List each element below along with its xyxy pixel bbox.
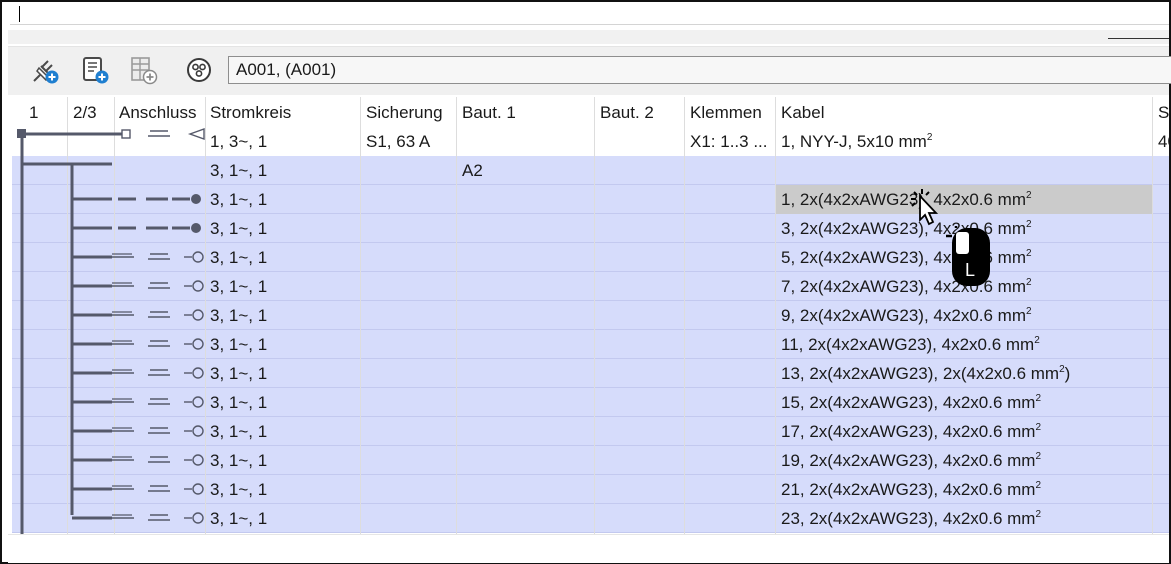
row-kabel[interactable]: 11, 2x(4x2xAWG23), 4x2x0.6 mm2 bbox=[776, 330, 1152, 359]
supply-kabel: 1, NYY-J, 5x10 mm2 bbox=[776, 127, 1152, 156]
column-header-baut2[interactable]: Baut. 2 bbox=[595, 97, 685, 127]
terminal-plus-icon bbox=[131, 57, 158, 85]
row-stromkreis: 3, 1~, 1 bbox=[210, 219, 268, 238]
row-stromkreis: 3, 1~, 1 bbox=[210, 451, 268, 470]
row-kabel-text: 19, 2x(4x2xAWG23), 4x2x0.6 mm bbox=[781, 451, 1036, 470]
row-kabel[interactable]: 21, 2x(4x2xAWG23), 4x2x0.6 mm2 bbox=[776, 475, 1152, 504]
column-divider bbox=[594, 97, 595, 534]
plug-plus-icon bbox=[33, 60, 59, 84]
column-divider bbox=[1152, 97, 1153, 534]
row-stromkreis: 3, 1~, 1 bbox=[210, 335, 268, 354]
row-kabel[interactable]: 1, 2x(4x2xAWG23), 4x2x0.6 mm2 bbox=[776, 185, 1152, 214]
load-open-icon bbox=[192, 280, 204, 292]
row-kabel-text: 17, 2x(4x2xAWG23), 4x2x0.6 mm bbox=[781, 422, 1036, 441]
group-baut1: A2 bbox=[462, 161, 483, 180]
row-kabel-text: 9, 2x(4x2xAWG23), 4x2x0.6 mm bbox=[781, 306, 1027, 325]
load-open-icon bbox=[192, 396, 204, 408]
column-divider bbox=[456, 97, 457, 534]
arrow-cursor-icon bbox=[911, 189, 939, 226]
column-divider bbox=[775, 97, 776, 534]
cable-cores-button[interactable] bbox=[182, 53, 216, 87]
row-stromkreis: 3, 1~, 1 bbox=[210, 277, 268, 296]
load-open-icon bbox=[192, 425, 204, 437]
supply-sicherung: S1, 63 A bbox=[366, 132, 431, 151]
load-open-icon bbox=[192, 483, 204, 495]
mouse-left-click-icon: L bbox=[946, 226, 990, 286]
column-divider bbox=[684, 97, 685, 534]
row-kabel[interactable]: 17, 2x(4x2xAWG23), 4x2x0.6 mm2 bbox=[776, 417, 1152, 446]
supply-stromkreis: 1, 3~, 1 bbox=[210, 132, 268, 151]
column-header-stromkreis[interactable]: Stromkreis bbox=[205, 97, 360, 127]
row-kabel-exp: 2 bbox=[1035, 509, 1042, 520]
device-plus-icon bbox=[83, 57, 109, 84]
supply-klemmen: X1: 1..3 ... bbox=[690, 132, 768, 151]
add-device-button[interactable] bbox=[78, 53, 112, 87]
load-open-icon bbox=[192, 251, 204, 263]
address-field[interactable]: A001, (A001) bbox=[228, 56, 1171, 84]
row-kabel-exp: 2 bbox=[1034, 335, 1040, 346]
load-open-icon bbox=[192, 454, 204, 466]
column-header-kabel[interactable]: Kabel bbox=[776, 97, 1152, 127]
column-header-sicherung[interactable]: Sicherung bbox=[361, 97, 456, 127]
column-header-baut1[interactable]: Baut. 1 bbox=[457, 97, 594, 127]
row-kabel-suffix: ) bbox=[1064, 364, 1071, 383]
circuit-tree-diagram bbox=[17, 128, 205, 534]
row-kabel-exp: 2 bbox=[1035, 422, 1042, 433]
load-open-icon bbox=[192, 367, 204, 379]
supply-sp: 40 bbox=[1158, 132, 1169, 151]
load-filled-icon bbox=[191, 223, 201, 233]
row-kabel[interactable]: 19, 2x(4x2xAWG23), 4x2x0.6 mm2 bbox=[776, 446, 1152, 475]
row-kabel-text: 23, 2x(4x2xAWG23), 4x2x0.6 mm bbox=[781, 509, 1036, 528]
row-kabel[interactable]: 23, 2x(4x2xAWG23), 4x2x0.6 mm2 bbox=[776, 504, 1152, 533]
add-terminal-button[interactable] bbox=[126, 53, 160, 87]
group-stromkreis: 3, 1~, 1 bbox=[210, 161, 268, 180]
row-stromkreis: 3, 1~, 1 bbox=[210, 509, 268, 528]
row-stromkreis: 3, 1~, 1 bbox=[210, 393, 268, 412]
toolbar: A001, (A001) bbox=[8, 46, 1171, 95]
row-kabel-exp: 2 bbox=[1026, 306, 1032, 317]
row-stromkreis: 3, 1~, 1 bbox=[210, 190, 268, 209]
circuit-table: 1 2/3 Anschluss Stromkreis Sicherung Bau… bbox=[12, 97, 1169, 534]
row-stromkreis: 3, 1~, 1 bbox=[210, 480, 268, 499]
bottom-empty-area bbox=[8, 534, 1169, 563]
top-text-field[interactable] bbox=[10, 2, 1169, 25]
row-stromkreis: 3, 1~, 1 bbox=[210, 364, 268, 383]
load-open-icon bbox=[192, 309, 204, 321]
row-kabel-text: 15, 2x(4x2xAWG23), 4x2x0.6 mm bbox=[781, 393, 1036, 412]
text-caret bbox=[19, 6, 20, 22]
supply-kabel-text: 1, NYY-J, 5x10 mm bbox=[781, 132, 927, 151]
row-stromkreis: 3, 1~, 1 bbox=[210, 248, 268, 267]
row-kabel-exp: 2 bbox=[1035, 451, 1042, 462]
row-kabel-exp: 2 bbox=[1026, 277, 1032, 288]
row-kabel[interactable]: 9, 2x(4x2xAWG23), 4x2x0.6 mm2 bbox=[776, 301, 1152, 330]
row-kabel[interactable]: 15, 2x(4x2xAWG23), 4x2x0.6 mm2 bbox=[776, 388, 1152, 417]
load-filled-icon bbox=[191, 194, 201, 204]
top-separator bbox=[8, 30, 1169, 44]
row-kabel[interactable]: 13, 2x(4x2xAWG23), 2x(4x2x0.6 mm2) bbox=[776, 359, 1152, 388]
window-frame: A001, (A001) 1 2/3 Anschluss Stromkreis … bbox=[0, 0, 1171, 564]
row-kabel-text: 21, 2x(4x2xAWG23), 4x2x0.6 mm bbox=[781, 480, 1036, 499]
row-stromkreis: 3, 1~, 1 bbox=[210, 306, 268, 325]
row-kabel-text: 1, 2x(4x2xAWG23), 4x2x0.6 mm bbox=[781, 190, 1027, 209]
load-open-icon bbox=[192, 338, 204, 350]
supply-arrow-icon bbox=[187, 128, 205, 140]
column-header-klemmen[interactable]: Klemmen bbox=[685, 97, 775, 127]
row-kabel-exp: 2 bbox=[1035, 393, 1042, 404]
row-kabel-exp: 2 bbox=[1026, 219, 1032, 230]
load-open-icon bbox=[192, 512, 204, 524]
row-kabel-exp: 2 bbox=[1026, 248, 1032, 259]
row-kabel-exp: 2 bbox=[1026, 190, 1032, 201]
mouse-badge-label: L bbox=[965, 260, 975, 280]
add-connection-button[interactable] bbox=[28, 53, 62, 87]
cable-cores-icon bbox=[187, 58, 211, 82]
row-kabel-text: 11, 2x(4x2xAWG23), 4x2x0.6 mm bbox=[781, 335, 1035, 354]
row-stromkreis: 3, 1~, 1 bbox=[210, 422, 268, 441]
row-kabel-exp: 2 bbox=[1035, 480, 1042, 491]
row-kabel-text: 13, 2x(4x2xAWG23), 2x(4x2x0.6 mm bbox=[781, 364, 1060, 383]
top-rule bbox=[1108, 38, 1169, 39]
column-divider bbox=[360, 97, 361, 534]
column-header-sp[interactable]: Sp bbox=[1153, 97, 1169, 127]
supply-kabel-exp: 2 bbox=[926, 132, 933, 143]
connector-terminal bbox=[121, 129, 131, 139]
